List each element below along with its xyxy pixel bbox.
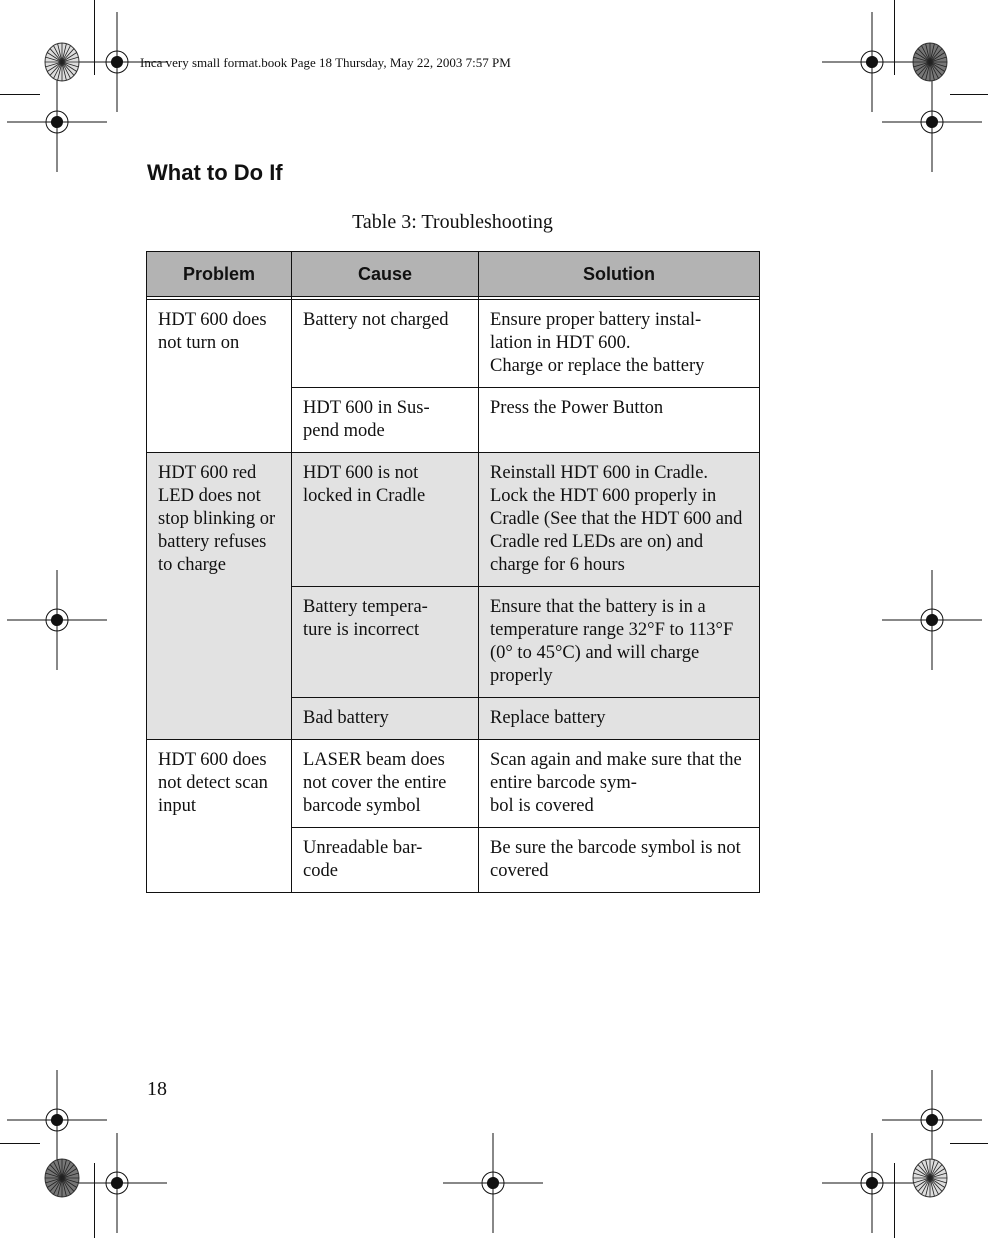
page-number: 18 [147, 1078, 167, 1100]
cause-cell: HDT 600 in Sus- pend mode [291, 387, 479, 453]
cause-cell: Unreadable bar- code [291, 827, 479, 893]
problem-cell: HDT 600 does not detect scan input [146, 739, 292, 893]
cause-cell: Battery not charged [291, 299, 479, 388]
cause-cell: Battery tempera- ture is incorrect [291, 586, 479, 698]
solution-cell: Ensure proper battery instal- lation in … [478, 299, 760, 388]
crop-mark [0, 94, 40, 95]
column-header: Problem [146, 251, 292, 297]
cause-cell: HDT 600 is not locked in Cradle [291, 452, 479, 587]
crop-mark [94, 0, 95, 75]
cause-cell: LASER beam does not cover the entire bar… [291, 739, 479, 828]
crop-mark [894, 1163, 895, 1238]
crop-mark [950, 94, 988, 95]
registration-mark-icon [443, 1133, 543, 1233]
column-header: Cause [291, 251, 479, 297]
registration-mark-icon [67, 1133, 167, 1233]
troubleshooting-table: Problem Cause Solution HDT 600 does not … [146, 251, 760, 893]
registration-mark-icon [882, 1070, 982, 1170]
crop-mark [0, 1143, 40, 1144]
problem-cell: HDT 600 does not turn on [146, 299, 292, 453]
table-row: HDT 600 red LED does not stop blinking o… [146, 452, 760, 740]
column-header: Solution [478, 251, 760, 297]
cause-cell: Bad battery [291, 697, 479, 740]
star-target-icon [44, 1158, 80, 1198]
table-caption: Table 3: Troubleshooting [352, 211, 553, 233]
solution-cell: Be sure the barcode symbol is not covere… [478, 827, 760, 893]
star-target-icon [44, 42, 80, 82]
crop-mark [894, 0, 895, 75]
document-page: Inca very small format.book Page 18 Thur… [0, 0, 988, 1238]
registration-mark-icon [882, 570, 982, 670]
section-title: What to Do If [147, 160, 283, 185]
problem-cell: HDT 600 red LED does not stop blinking o… [146, 452, 292, 740]
solution-cell: Press the Power Button [478, 387, 760, 453]
solution-cell: Ensure that the battery is in a temperat… [478, 586, 760, 698]
running-head: Inca very small format.book Page 18 Thur… [140, 55, 511, 70]
table-row: HDT 600 does not detect scan input LASER … [146, 739, 760, 893]
table-header-row: Problem Cause Solution [146, 251, 760, 297]
crop-mark [94, 1163, 95, 1238]
star-target-icon [912, 1158, 948, 1198]
table-row: HDT 600 does not turn on Battery not char… [146, 299, 760, 453]
crop-mark [950, 1143, 988, 1144]
star-target-icon [912, 42, 948, 82]
solution-cell: Scan again and make sure that the entire… [478, 739, 760, 828]
registration-mark-icon [7, 570, 107, 670]
registration-mark-icon [7, 72, 107, 172]
solution-cell: Reinstall HDT 600 in Cradle. Lock the HD… [478, 452, 760, 587]
solution-cell: Replace battery [478, 697, 760, 740]
registration-mark-icon [882, 72, 982, 172]
